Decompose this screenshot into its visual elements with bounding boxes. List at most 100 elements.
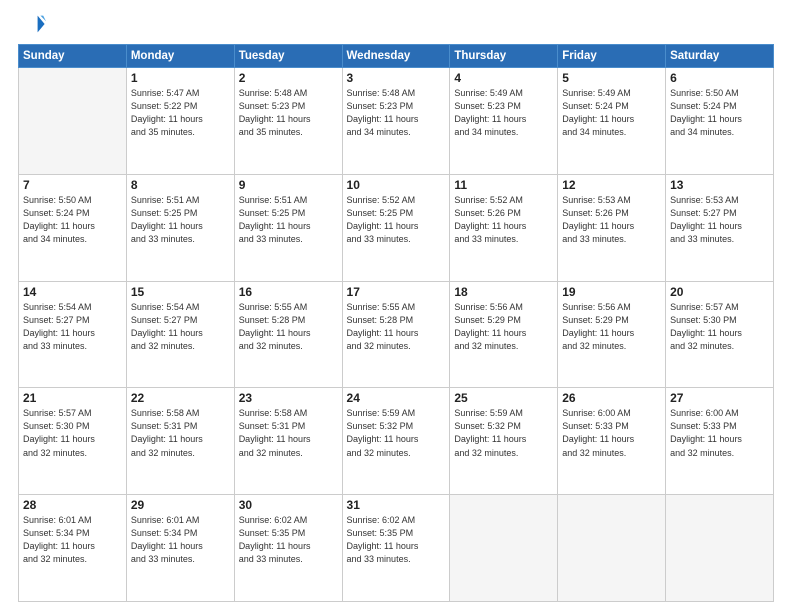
calendar-cell: 31 Sunrise: 6:02 AM Sunset: 5:35 PM Dayli…	[342, 495, 450, 602]
calendar-cell: 28 Sunrise: 6:01 AM Sunset: 5:34 PM Dayli…	[19, 495, 127, 602]
calendar-cell: 19 Sunrise: 5:56 AM Sunset: 5:29 PM Dayli…	[558, 281, 666, 388]
calendar-header-wednesday: Wednesday	[342, 45, 450, 68]
week-row-2: 7 Sunrise: 5:50 AM Sunset: 5:24 PM Daylig…	[19, 174, 774, 281]
calendar-cell: 7 Sunrise: 5:50 AM Sunset: 5:24 PM Daylig…	[19, 174, 127, 281]
day-info: Sunrise: 6:00 AM Sunset: 5:33 PM Dayligh…	[670, 407, 769, 459]
logo-icon	[18, 10, 46, 38]
calendar-cell: 6 Sunrise: 5:50 AM Sunset: 5:24 PM Daylig…	[666, 68, 774, 175]
calendar-cell	[666, 495, 774, 602]
day-number: 26	[562, 391, 661, 405]
day-info: Sunrise: 5:54 AM Sunset: 5:27 PM Dayligh…	[131, 301, 230, 353]
calendar-cell	[450, 495, 558, 602]
day-number: 20	[670, 285, 769, 299]
logo	[18, 10, 50, 38]
day-number: 16	[239, 285, 338, 299]
day-info: Sunrise: 5:48 AM Sunset: 5:23 PM Dayligh…	[347, 87, 446, 139]
day-number: 22	[131, 391, 230, 405]
day-info: Sunrise: 5:55 AM Sunset: 5:28 PM Dayligh…	[239, 301, 338, 353]
day-info: Sunrise: 5:55 AM Sunset: 5:28 PM Dayligh…	[347, 301, 446, 353]
calendar-cell: 2 Sunrise: 5:48 AM Sunset: 5:23 PM Daylig…	[234, 68, 342, 175]
day-number: 27	[670, 391, 769, 405]
calendar-cell: 11 Sunrise: 5:52 AM Sunset: 5:26 PM Dayli…	[450, 174, 558, 281]
day-info: Sunrise: 5:59 AM Sunset: 5:32 PM Dayligh…	[454, 407, 553, 459]
day-number: 23	[239, 391, 338, 405]
day-info: Sunrise: 5:52 AM Sunset: 5:26 PM Dayligh…	[454, 194, 553, 246]
calendar-cell: 20 Sunrise: 5:57 AM Sunset: 5:30 PM Dayli…	[666, 281, 774, 388]
calendar-header-friday: Friday	[558, 45, 666, 68]
calendar-table: SundayMondayTuesdayWednesdayThursdayFrid…	[18, 44, 774, 602]
day-number: 19	[562, 285, 661, 299]
calendar-header-row: SundayMondayTuesdayWednesdayThursdayFrid…	[19, 45, 774, 68]
day-number: 21	[23, 391, 122, 405]
calendar-cell: 5 Sunrise: 5:49 AM Sunset: 5:24 PM Daylig…	[558, 68, 666, 175]
day-number: 18	[454, 285, 553, 299]
calendar-cell: 21Sunrise: 5:57 AM Sunset: 5:30 PM Dayli…	[19, 388, 127, 495]
day-info: Sunrise: 5:56 AM Sunset: 5:29 PM Dayligh…	[454, 301, 553, 353]
calendar-cell: 25 Sunrise: 5:59 AM Sunset: 5:32 PM Dayli…	[450, 388, 558, 495]
calendar-cell: 9Sunrise: 5:51 AM Sunset: 5:25 PM Daylig…	[234, 174, 342, 281]
calendar-cell: 17 Sunrise: 5:55 AM Sunset: 5:28 PM Dayli…	[342, 281, 450, 388]
calendar-cell: 12 Sunrise: 5:53 AM Sunset: 5:26 PM Dayli…	[558, 174, 666, 281]
day-info: Sunrise: 5:54 AM Sunset: 5:27 PM Dayligh…	[23, 301, 122, 353]
day-number: 10	[347, 178, 446, 192]
day-info: Sunrise: 5:49 AM Sunset: 5:24 PM Dayligh…	[562, 87, 661, 139]
day-number: 7	[23, 178, 122, 192]
day-info: Sunrise: 6:02 AM Sunset: 5:35 PM Dayligh…	[347, 514, 446, 566]
week-row-1: 1Sunrise: 5:47 AM Sunset: 5:22 PM Daylig…	[19, 68, 774, 175]
calendar-cell	[19, 68, 127, 175]
day-info: Sunrise: 5:52 AM Sunset: 5:25 PM Dayligh…	[347, 194, 446, 246]
week-row-4: 21Sunrise: 5:57 AM Sunset: 5:30 PM Dayli…	[19, 388, 774, 495]
calendar-header-thursday: Thursday	[450, 45, 558, 68]
day-number: 13	[670, 178, 769, 192]
day-number: 9	[239, 178, 338, 192]
day-number: 6	[670, 71, 769, 85]
calendar-cell: 15Sunrise: 5:54 AM Sunset: 5:27 PM Dayli…	[126, 281, 234, 388]
day-number: 11	[454, 178, 553, 192]
day-number: 2	[239, 71, 338, 85]
day-number: 31	[347, 498, 446, 512]
calendar-cell: 4 Sunrise: 5:49 AM Sunset: 5:23 PM Daylig…	[450, 68, 558, 175]
day-info: Sunrise: 5:50 AM Sunset: 5:24 PM Dayligh…	[670, 87, 769, 139]
day-info: Sunrise: 5:48 AM Sunset: 5:23 PM Dayligh…	[239, 87, 338, 139]
day-number: 30	[239, 498, 338, 512]
day-info: Sunrise: 5:59 AM Sunset: 5:32 PM Dayligh…	[347, 407, 446, 459]
calendar-header-tuesday: Tuesday	[234, 45, 342, 68]
day-number: 12	[562, 178, 661, 192]
day-number: 14	[23, 285, 122, 299]
calendar-cell: 16 Sunrise: 5:55 AM Sunset: 5:28 PM Dayli…	[234, 281, 342, 388]
calendar-cell: 1Sunrise: 5:47 AM Sunset: 5:22 PM Daylig…	[126, 68, 234, 175]
calendar-cell: 8 Sunrise: 5:51 AM Sunset: 5:25 PM Daylig…	[126, 174, 234, 281]
calendar-cell: 26Sunrise: 6:00 AM Sunset: 5:33 PM Dayli…	[558, 388, 666, 495]
page: SundayMondayTuesdayWednesdayThursdayFrid…	[0, 0, 792, 612]
day-info: Sunrise: 5:49 AM Sunset: 5:23 PM Dayligh…	[454, 87, 553, 139]
day-number: 3	[347, 71, 446, 85]
day-info: Sunrise: 5:51 AM Sunset: 5:25 PM Dayligh…	[131, 194, 230, 246]
day-info: Sunrise: 6:02 AM Sunset: 5:35 PM Dayligh…	[239, 514, 338, 566]
header	[18, 10, 774, 38]
day-info: Sunrise: 5:56 AM Sunset: 5:29 PM Dayligh…	[562, 301, 661, 353]
day-number: 8	[131, 178, 230, 192]
calendar-cell: 29Sunrise: 6:01 AM Sunset: 5:34 PM Dayli…	[126, 495, 234, 602]
calendar-cell: 14 Sunrise: 5:54 AM Sunset: 5:27 PM Dayli…	[19, 281, 127, 388]
day-info: Sunrise: 5:53 AM Sunset: 5:26 PM Dayligh…	[562, 194, 661, 246]
calendar-cell	[558, 495, 666, 602]
calendar-header-monday: Monday	[126, 45, 234, 68]
day-number: 28	[23, 498, 122, 512]
day-number: 25	[454, 391, 553, 405]
calendar-cell: 18 Sunrise: 5:56 AM Sunset: 5:29 PM Dayli…	[450, 281, 558, 388]
day-number: 4	[454, 71, 553, 85]
calendar-cell: 24 Sunrise: 5:59 AM Sunset: 5:32 PM Dayli…	[342, 388, 450, 495]
calendar-header-saturday: Saturday	[666, 45, 774, 68]
day-info: Sunrise: 5:58 AM Sunset: 5:31 PM Dayligh…	[239, 407, 338, 459]
day-info: Sunrise: 6:01 AM Sunset: 5:34 PM Dayligh…	[131, 514, 230, 566]
day-info: Sunrise: 5:58 AM Sunset: 5:31 PM Dayligh…	[131, 407, 230, 459]
calendar-cell: 23 Sunrise: 5:58 AM Sunset: 5:31 PM Dayli…	[234, 388, 342, 495]
day-info: Sunrise: 6:01 AM Sunset: 5:34 PM Dayligh…	[23, 514, 122, 566]
day-info: Sunrise: 5:57 AM Sunset: 5:30 PM Dayligh…	[670, 301, 769, 353]
day-info: Sunrise: 5:50 AM Sunset: 5:24 PM Dayligh…	[23, 194, 122, 246]
day-number: 17	[347, 285, 446, 299]
day-number: 24	[347, 391, 446, 405]
calendar-header-sunday: Sunday	[19, 45, 127, 68]
calendar-cell: 27 Sunrise: 6:00 AM Sunset: 5:33 PM Dayli…	[666, 388, 774, 495]
day-number: 5	[562, 71, 661, 85]
